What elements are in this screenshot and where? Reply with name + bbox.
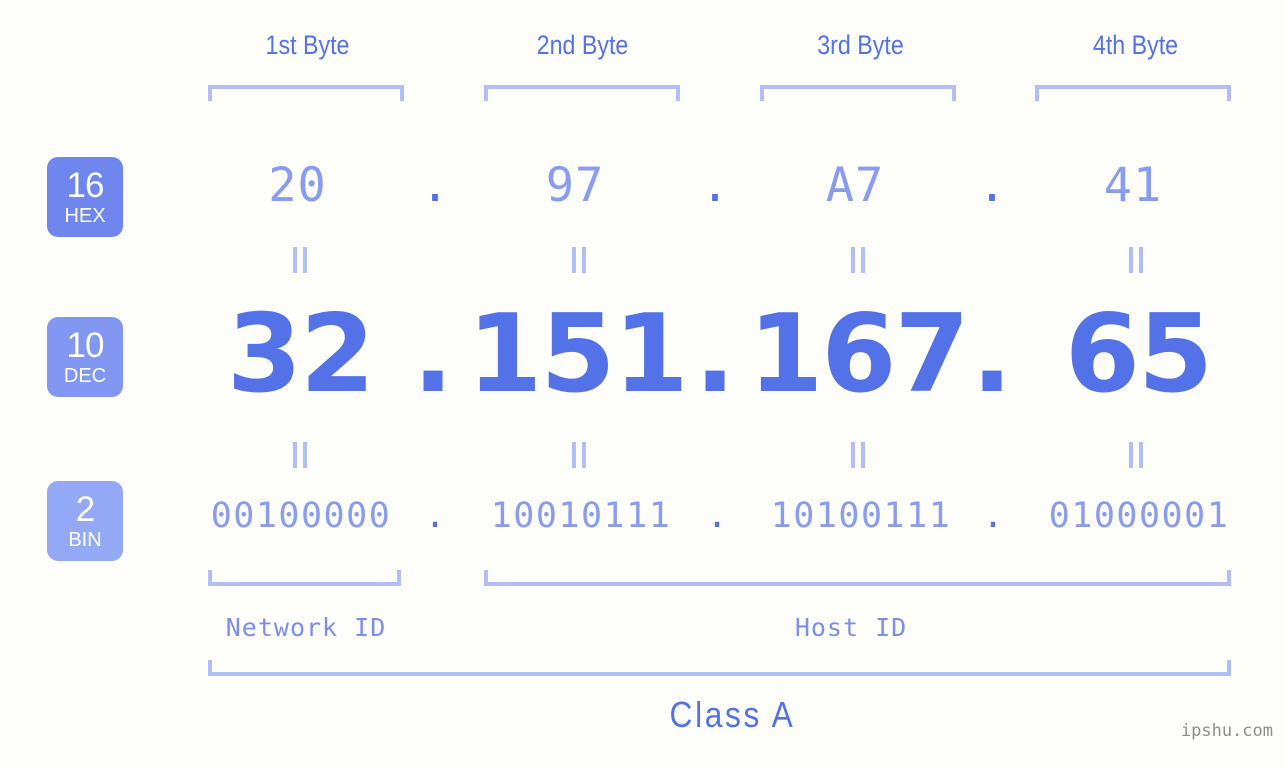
dec-byte-2: 151 [467, 292, 688, 417]
base-badge-hex-label: HEX [64, 205, 106, 227]
base-badge-bin-label: BIN [68, 529, 102, 551]
byte-bracket-top-1 [208, 85, 404, 101]
bin-byte-3: 10100111 [770, 496, 952, 536]
byte-bracket-top-3 [760, 85, 956, 101]
ip-address-diagram: 1st Byte 2nd Byte 3rd Byte 4th Byte 16 H… [0, 0, 1285, 767]
network-id-label: Network ID [225, 613, 387, 642]
network-id-bracket [208, 570, 401, 586]
equals-mark-hex-dec-2 [572, 247, 586, 273]
base-badge-dec-label: DEC [63, 365, 107, 387]
hex-separator-1: . [420, 158, 450, 213]
bin-separator-2: . [706, 496, 728, 536]
class-label: Class A [669, 694, 796, 735]
base-badge-bin-number: 2 [75, 490, 95, 529]
byte-header-3: 3rd Byte [817, 30, 904, 60]
dec-byte-1: 32 [226, 292, 375, 417]
base-badge-hex-number: 16 [66, 166, 105, 205]
equals-mark-dec-bin-2 [572, 442, 586, 468]
equals-mark-dec-bin-4 [1129, 442, 1143, 468]
hex-separator-2: . [700, 158, 730, 213]
hex-byte-3: A7 [825, 158, 885, 213]
host-id-bracket [484, 570, 1231, 586]
equals-mark-dec-bin-1 [293, 442, 307, 468]
bin-byte-4: 01000001 [1048, 496, 1230, 536]
class-bracket [208, 660, 1231, 676]
bin-separator-1: . [424, 496, 446, 536]
byte-bracket-top-2 [484, 85, 680, 101]
equals-mark-hex-dec-3 [851, 247, 865, 273]
hex-byte-4: 41 [1103, 158, 1163, 213]
byte-header-1: 1st Byte [265, 30, 350, 60]
hex-separator-3: . [977, 158, 1007, 213]
dec-byte-3: 167 [748, 292, 969, 417]
host-id-label: Host ID [794, 613, 908, 642]
base-badge-dec-number: 10 [66, 326, 105, 365]
byte-bracket-top-4 [1035, 85, 1231, 101]
hex-byte-1: 20 [268, 158, 327, 213]
byte-header-4: 4th Byte [1092, 30, 1179, 60]
site-watermark: ipshu.com [1180, 721, 1273, 741]
base-badge-dec: 10 DEC [47, 317, 123, 397]
hex-byte-2: 97 [545, 158, 605, 213]
equals-mark-hex-dec-1 [293, 247, 307, 273]
equals-mark-hex-dec-4 [1129, 247, 1143, 273]
bin-byte-1: 00100000 [210, 496, 392, 536]
bin-separator-3: . [982, 496, 1004, 536]
byte-header-2: 2nd Byte [536, 30, 629, 60]
dec-byte-4: 65 [1064, 292, 1213, 417]
base-badge-hex: 16 HEX [47, 157, 123, 237]
base-badge-bin: 2 BIN [47, 481, 123, 561]
equals-mark-dec-bin-3 [851, 442, 865, 468]
bin-byte-2: 10010111 [490, 496, 672, 536]
